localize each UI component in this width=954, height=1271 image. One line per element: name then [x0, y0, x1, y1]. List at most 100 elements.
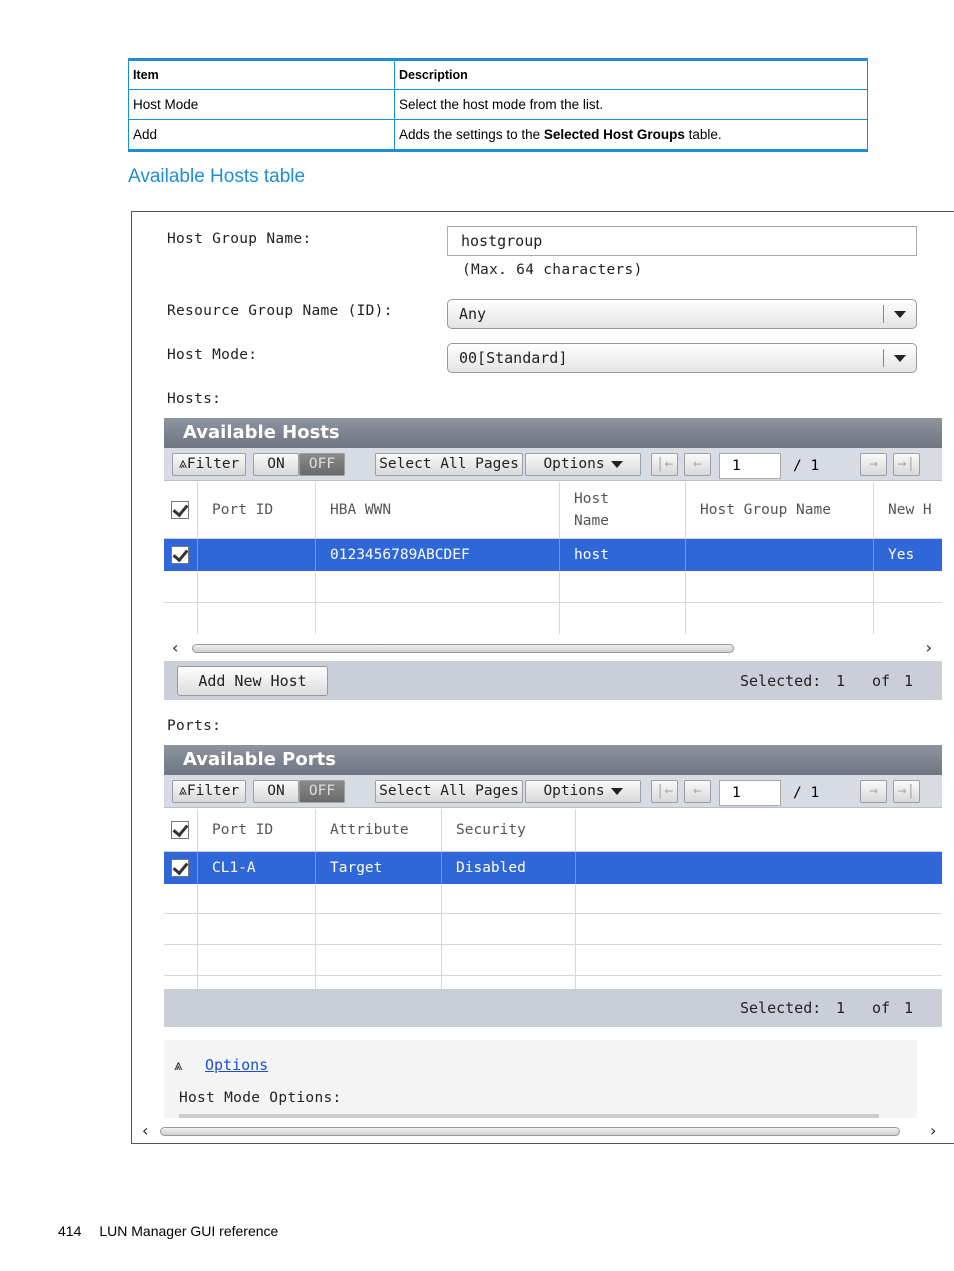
empty-cell: [164, 603, 198, 634]
col-port-id[interactable]: Port ID: [198, 482, 316, 538]
row-description: Select the host mode from the list.: [394, 89, 868, 120]
select-all-checkbox-cell[interactable]: [164, 809, 198, 851]
table-row[interactable]: CL1-A Target Disabled: [164, 852, 942, 884]
row-description: Adds the settings to the Selected Host G…: [394, 119, 868, 151]
host-mode-label: Host Mode:: [167, 347, 258, 363]
available-hosts-title: Available Hosts: [164, 418, 942, 448]
checkbox-checked-icon[interactable]: [171, 546, 189, 564]
next-page-icon[interactable]: →: [860, 453, 887, 476]
hosts-horizontal-scrollbar[interactable]: ‹ ›: [164, 637, 942, 659]
options-label: Options: [543, 783, 605, 799]
col-security[interactable]: Security: [442, 809, 576, 851]
host-group-name-input[interactable]: hostgroup: [447, 226, 917, 256]
hosts-label: Hosts:: [167, 391, 222, 407]
checkbox-checked-icon[interactable]: [171, 501, 189, 519]
empty-cell: [316, 571, 560, 602]
row-item: Add: [128, 119, 395, 151]
ports-grid: Port ID Attribute Security CL1-A Target …: [164, 809, 942, 989]
collapse-up-icon[interactable]: ⩓: [174, 1056, 183, 1074]
row-checkbox-cell[interactable]: [164, 852, 198, 884]
table-row[interactable]: 0123456789ABCDEF host Yes: [164, 539, 942, 571]
hosts-header-row: Port ID HBA WWN Host Name Host Group Nam…: [164, 482, 942, 539]
col-new-host[interactable]: New H: [874, 482, 954, 538]
empty-cell: [316, 603, 560, 634]
col-port-id[interactable]: Port ID: [198, 809, 316, 851]
empty-cell: [316, 884, 442, 913]
hosts-total: 1: [904, 672, 914, 690]
desc-text: Select the host mode from the list.: [399, 97, 604, 112]
scrollbar-thumb[interactable]: [192, 644, 734, 653]
scroll-right-icon[interactable]: ›: [930, 1122, 936, 1140]
empty-cell: [198, 884, 316, 913]
table-row: Host Mode Select the host mode from the …: [128, 89, 868, 120]
row-checkbox-cell[interactable]: [164, 539, 198, 571]
select-all-pages-button[interactable]: Select All Pages: [375, 780, 523, 803]
hosts-of-label: of: [872, 672, 891, 690]
empty-cell: [686, 603, 874, 634]
ports-footer: Selected: 1 of 1: [164, 989, 942, 1027]
desc-text: table.: [684, 127, 722, 142]
scroll-right-icon[interactable]: ›: [926, 639, 932, 657]
options-link[interactable]: Options: [205, 1056, 268, 1074]
first-page-icon[interactable]: |←: [651, 780, 678, 803]
empty-cell: [164, 914, 198, 944]
scroll-left-icon[interactable]: ‹: [142, 1122, 148, 1140]
last-page-icon[interactable]: →|: [893, 780, 920, 803]
host-mode-value: 00[Standard]: [459, 349, 568, 367]
page-number: 414: [58, 1223, 82, 1239]
col-host-name[interactable]: Host Name: [560, 482, 686, 538]
page-number-input[interactable]: 1: [719, 453, 781, 479]
hosts-selected-label: Selected:: [740, 672, 822, 690]
filter-off-toggle[interactable]: OFF: [299, 780, 345, 803]
col-host-group-name[interactable]: Host Group Name: [686, 482, 874, 538]
page-footer-title: LUN Manager GUI reference: [99, 1223, 279, 1239]
empty-cell: [560, 603, 686, 634]
host-mode-select[interactable]: 00[Standard]: [447, 343, 917, 373]
options-dropdown[interactable]: Options: [525, 780, 641, 803]
last-page-icon[interactable]: →|: [893, 453, 920, 476]
cell-port-id: CL1-A: [198, 852, 316, 884]
empty-cell: [442, 884, 576, 913]
table-row-empty: [164, 884, 942, 914]
desc-bold-text: Selected Host Groups: [543, 127, 685, 142]
chevron-down-icon: [894, 355, 906, 362]
dialog-horizontal-scrollbar[interactable]: ‹ ›: [132, 1120, 954, 1142]
prev-page-icon[interactable]: ←: [684, 780, 711, 803]
filter-button[interactable]: ⩓Filter: [172, 453, 246, 476]
resource-group-select[interactable]: Any: [447, 299, 917, 329]
chevron-down-icon: [894, 311, 906, 318]
cell-port-id: [198, 539, 316, 571]
options-section: ⩓ Options Host Mode Options:: [164, 1040, 917, 1118]
empty-cell: [198, 945, 316, 975]
scrollbar-thumb[interactable]: [160, 1127, 900, 1136]
host-mode-options-label: Host Mode Options:: [179, 1090, 342, 1106]
table-row: Add Adds the settings to the Selected Ho…: [128, 119, 868, 151]
next-page-icon[interactable]: →: [860, 780, 887, 803]
cell-host-group-name: [686, 539, 874, 571]
prev-page-icon[interactable]: ←: [684, 453, 711, 476]
empty-cell: [686, 571, 874, 602]
empty-cell: [198, 603, 316, 634]
hosts-footer: Add New Host Selected: 1 of 1: [164, 661, 942, 700]
hosts-toolbar: ⩓Filter ON OFF Select All Pages Options …: [164, 448, 942, 481]
filter-off-toggle[interactable]: OFF: [299, 453, 345, 476]
col-hba-wwn[interactable]: HBA WWN: [316, 482, 560, 538]
filter-button[interactable]: ⩓Filter: [172, 780, 246, 803]
filter-on-toggle[interactable]: ON: [253, 780, 299, 803]
empty-cell: [316, 945, 442, 975]
ports-header-row: Port ID Attribute Security: [164, 809, 942, 852]
first-page-icon[interactable]: |←: [651, 453, 678, 476]
options-dropdown[interactable]: Options: [525, 453, 641, 476]
scroll-left-icon[interactable]: ‹: [172, 639, 178, 657]
col-attribute[interactable]: Attribute: [316, 809, 442, 851]
ports-selected-count: 1: [836, 999, 846, 1017]
checkbox-checked-icon[interactable]: [171, 821, 189, 839]
page-number-input[interactable]: 1: [719, 780, 781, 806]
cell-hba-wwn: 0123456789ABCDEF: [316, 539, 560, 571]
add-new-host-button[interactable]: Add New Host: [177, 666, 328, 696]
checkbox-checked-icon[interactable]: [171, 859, 189, 877]
filter-on-toggle[interactable]: ON: [253, 453, 299, 476]
select-all-pages-button[interactable]: Select All Pages: [375, 453, 523, 476]
select-all-checkbox-cell[interactable]: [164, 482, 198, 538]
select-divider: [883, 305, 884, 323]
